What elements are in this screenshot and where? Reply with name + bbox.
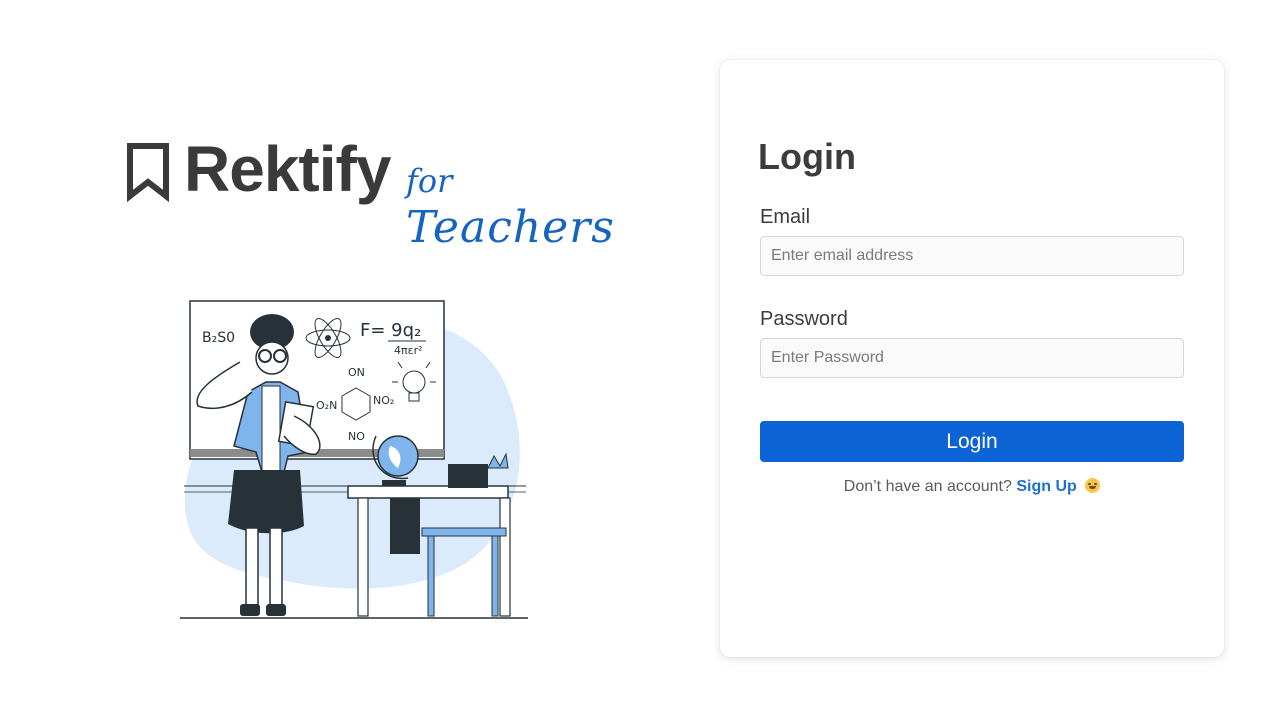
emoji-mouth xyxy=(1089,486,1097,489)
brand-for-label: for xyxy=(406,162,453,200)
bookmark-icon xyxy=(127,143,169,202)
chalk-molecule-bottom: NO xyxy=(348,430,365,443)
email-field[interactable] xyxy=(760,236,1184,276)
login-button[interactable]: Login xyxy=(760,421,1184,462)
grinning-face-icon xyxy=(1085,478,1101,493)
chalk-molecule-top: ON xyxy=(348,366,365,379)
password-field[interactable] xyxy=(760,338,1184,378)
chalk-formula-denominator: 4πεr² xyxy=(394,344,423,357)
chalk-formula-main: F= 9q₂ xyxy=(360,320,421,341)
teacher-illustration: B₂S0 F= 9q₂ 4πεr² ON O₂N NO₂ NO xyxy=(180,300,528,619)
login-title: Login xyxy=(758,136,856,177)
chalk-formula-left: B₂S0 xyxy=(202,330,235,346)
signup-prompt: Don’t have an account? xyxy=(843,478,1012,495)
brand-header: Rektify for Teachers xyxy=(126,133,614,266)
chalk-molecule-left: O₂N xyxy=(316,399,337,412)
signup-row: Don’t have an account? Sign Up xyxy=(720,478,1224,496)
brand-audience-label: Teachers xyxy=(406,202,615,253)
login-page: Rektify for Teachers B₂S0 F= 9q₂ 4πεr² O… xyxy=(0,0,1280,720)
signup-link[interactable]: Sign Up xyxy=(1016,478,1076,495)
brand-name: Rektify xyxy=(184,133,391,205)
login-card: Login Email Password Login Don’t have an… xyxy=(720,60,1224,657)
email-label: Email xyxy=(760,206,811,228)
password-label: Password xyxy=(760,308,848,330)
chalk-molecule-right: NO₂ xyxy=(373,394,394,407)
